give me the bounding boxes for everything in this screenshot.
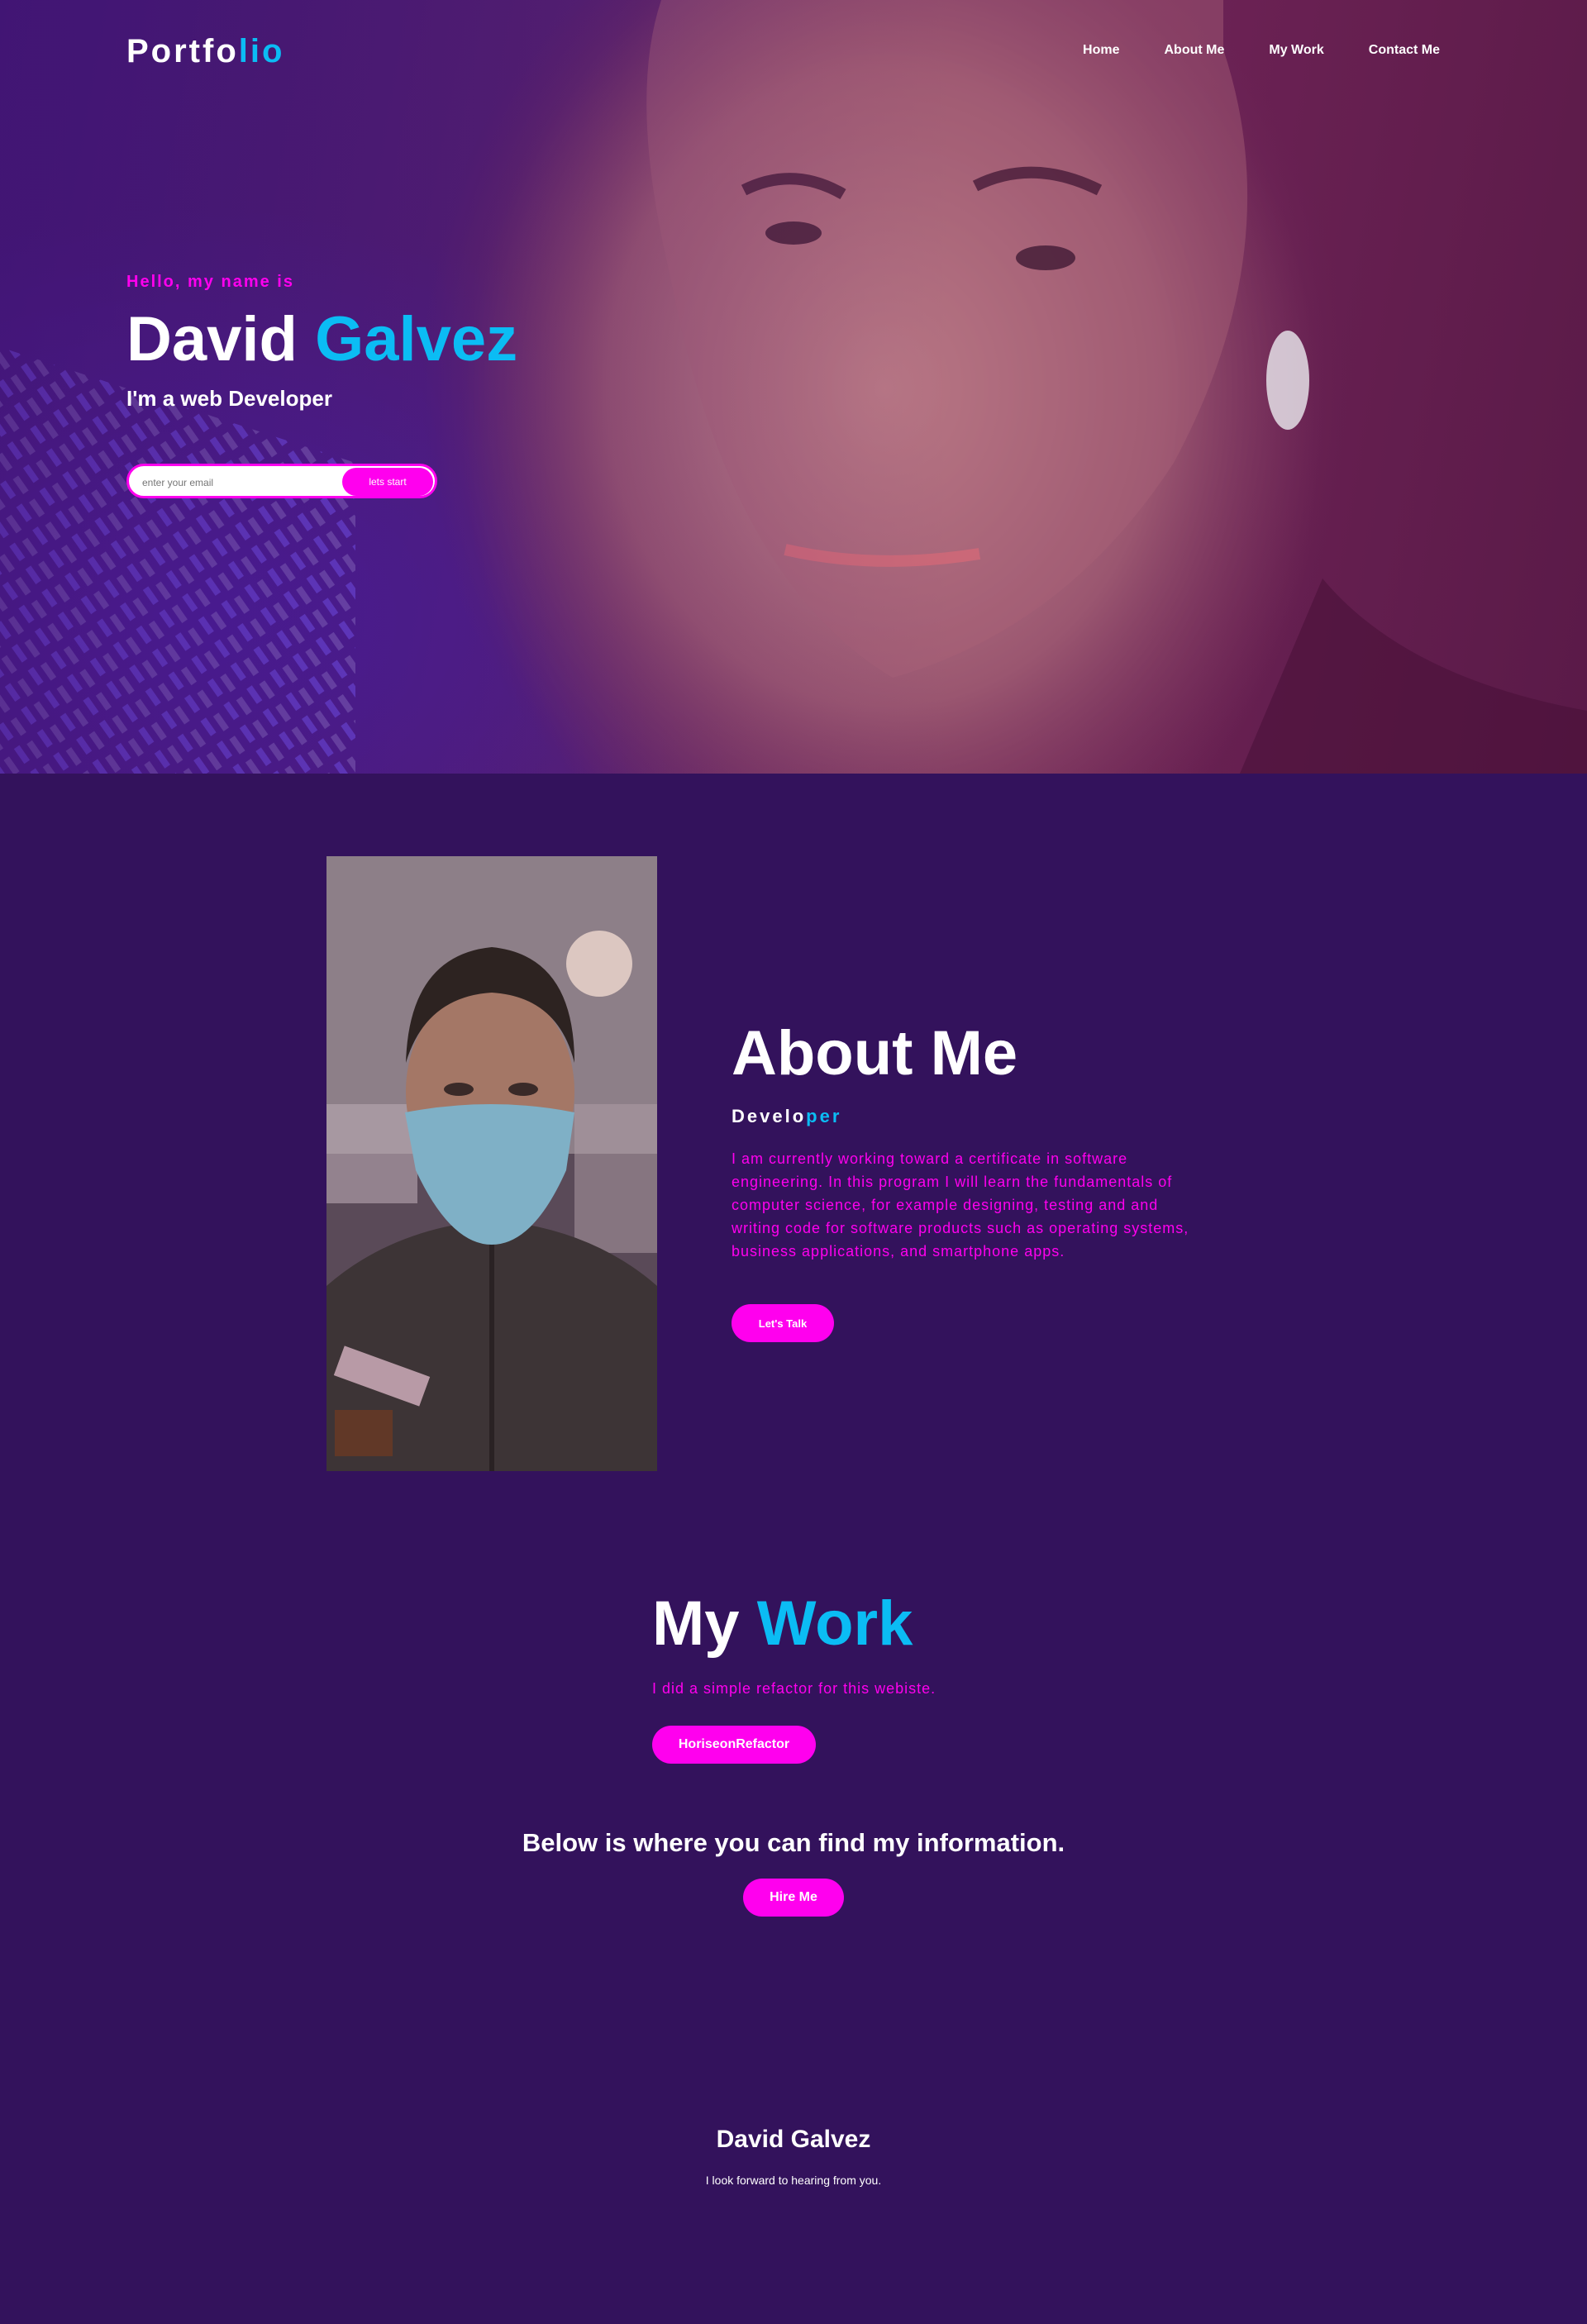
- nav-link-home[interactable]: Home: [1083, 43, 1119, 58]
- horiseon-refactor-button[interactable]: HoriseonRefactor: [652, 1726, 816, 1764]
- about-section: About Me Developer I am currently workin…: [732, 1018, 1194, 1263]
- hero-name: David Galvez: [126, 307, 517, 373]
- about-description: I am currently working toward a certific…: [732, 1150, 1189, 1260]
- hero-subtitle: I'm a web Developer: [126, 386, 332, 411]
- about-title: About Me: [732, 1018, 1018, 1088]
- work-title-text: My: [652, 1588, 740, 1659]
- about-role: Developer: [732, 1106, 1194, 1127]
- lets-talk-button[interactable]: Let's Talk: [732, 1304, 834, 1342]
- hero-greeting: Hello, my name is: [126, 273, 294, 291]
- contact-info-heading: Below is where you can find my informati…: [522, 1828, 1065, 1857]
- lets-start-button[interactable]: lets start: [342, 468, 433, 496]
- footer-name: David Galvez: [716, 2126, 871, 2153]
- hero-last-name: Galvez: [315, 304, 518, 374]
- logo-text-accent: lio: [238, 33, 285, 69]
- nav-link-about-me[interactable]: About Me: [1165, 43, 1225, 58]
- work-title-accent: Work: [756, 1588, 913, 1659]
- hero-text: Hello, my name is David Galvez I'm a web…: [126, 273, 517, 412]
- site-logo[interactable]: Portfolio: [126, 33, 284, 70]
- footer-message: I look forward to hearing from you.: [705, 2174, 882, 2187]
- work-description: I did a simple refactor for this webiste…: [652, 1680, 936, 1697]
- logo-text: Portfo: [126, 33, 239, 69]
- hero-first-name: David: [126, 304, 298, 374]
- work-title: My Work: [652, 1587, 913, 1661]
- hero-section: Portfolio Home About Me My Work Contact …: [0, 0, 1587, 774]
- about-profile-photo: [326, 856, 657, 1471]
- hire-me-button[interactable]: Hire Me: [743, 1879, 844, 1917]
- nav-links: Home About Me My Work Contact Me: [1083, 43, 1440, 58]
- about-role-text: Develo: [732, 1106, 807, 1126]
- email-input[interactable]: [141, 473, 334, 493]
- top-navigation: Portfolio Home About Me My Work Contact …: [0, 0, 1587, 107]
- nav-link-my-work[interactable]: My Work: [1269, 43, 1323, 58]
- email-signup-form: lets start: [126, 464, 437, 498]
- about-role-accent: per: [806, 1106, 842, 1126]
- nav-link-contact-me[interactable]: Contact Me: [1369, 43, 1440, 58]
